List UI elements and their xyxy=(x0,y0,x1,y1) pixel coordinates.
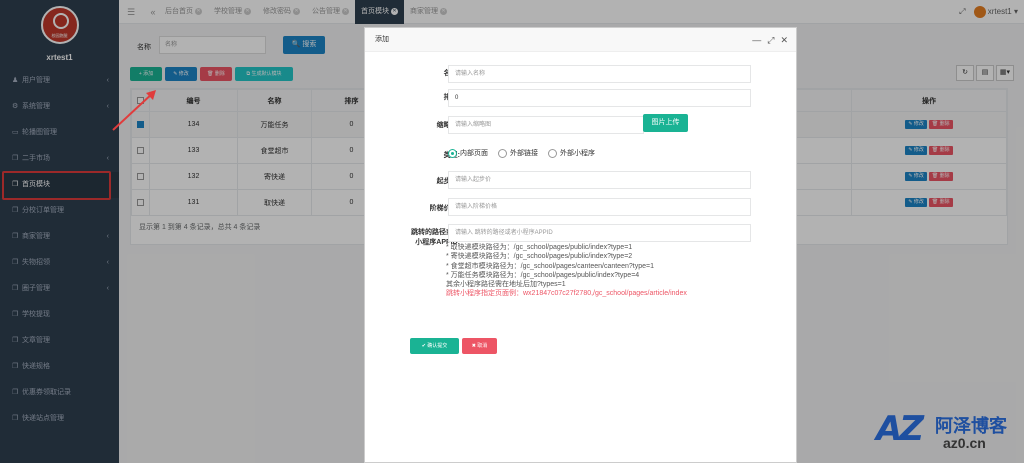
path-help-text: * 取快递模块路径为：/gc_school/pages/public/index… xyxy=(446,243,687,299)
type-radio-group: 内部页面 外部链接 外部小程序 xyxy=(448,148,605,158)
thumb-input[interactable]: 请输入缩略图 xyxy=(448,116,644,134)
name-input[interactable]: 请输入名称 xyxy=(448,65,751,83)
modal-title: 添加 xyxy=(375,36,389,43)
cancel-label: 取消 xyxy=(477,343,488,349)
sort-input[interactable]: 0 xyxy=(448,89,751,107)
help-line: * 寄快递模块路径为：/gc_school/pages/public/index… xyxy=(446,253,633,261)
cancel-button[interactable]: ✖ 取消 xyxy=(462,338,497,354)
maximize-icon[interactable]: ⤢ xyxy=(767,28,774,52)
watermark-domain: az0.cn xyxy=(943,435,986,451)
price-input[interactable]: 请输入起步价 xyxy=(448,171,751,189)
type-radio-label: 外部小程序 xyxy=(560,150,595,157)
help-line: * 食堂超市模块路径为：/gc_school/pages/canteen/can… xyxy=(446,262,654,270)
help-example-red: 跳转小程序指定页面例：wx21847c07c27f2780,/gc_school… xyxy=(446,290,687,298)
close-icon[interactable]: ✕ xyxy=(780,28,788,52)
path-input[interactable]: 请输入 跳转的路径或者小程序APPID xyxy=(448,224,751,242)
type-radio-1[interactable] xyxy=(498,148,507,158)
confirm-submit-button[interactable]: ✔ 确认提交 xyxy=(410,338,459,354)
add-modal: 添加 — ⤢ ✕ 名称: 请输入名称 排序: 0 缩略图: 请输入缩略图 图片上… xyxy=(364,27,797,463)
help-line: * 取快递模块路径为：/gc_school/pages/public/index… xyxy=(446,244,633,251)
watermark: AZ 阿泽博客 az0.cn xyxy=(876,409,1016,459)
type-radio-label: 内部页面 xyxy=(460,150,488,157)
upload-button[interactable]: 图片上传 xyxy=(643,114,688,132)
help-line: 其余小程序路径需在地址后加?types=1 xyxy=(446,281,566,289)
type-radio-2[interactable] xyxy=(548,148,557,158)
help-line: * 万能任务模块路径为：/gc_school/pages/public/inde… xyxy=(446,271,640,279)
tier-price-input[interactable]: 请输入阶梯价格 xyxy=(448,198,751,216)
type-radio-0[interactable] xyxy=(448,148,457,158)
type-radio-label: 外部链接 xyxy=(510,150,538,157)
minimize-icon[interactable]: — xyxy=(752,28,761,52)
annotation-arrow xyxy=(112,90,156,131)
modal-header: 添加 — ⤢ ✕ xyxy=(365,28,796,52)
confirm-label: 确认提交 xyxy=(427,343,448,349)
watermark-logo: AZ xyxy=(876,409,924,449)
modal-controls: — ⤢ ✕ xyxy=(752,28,788,52)
